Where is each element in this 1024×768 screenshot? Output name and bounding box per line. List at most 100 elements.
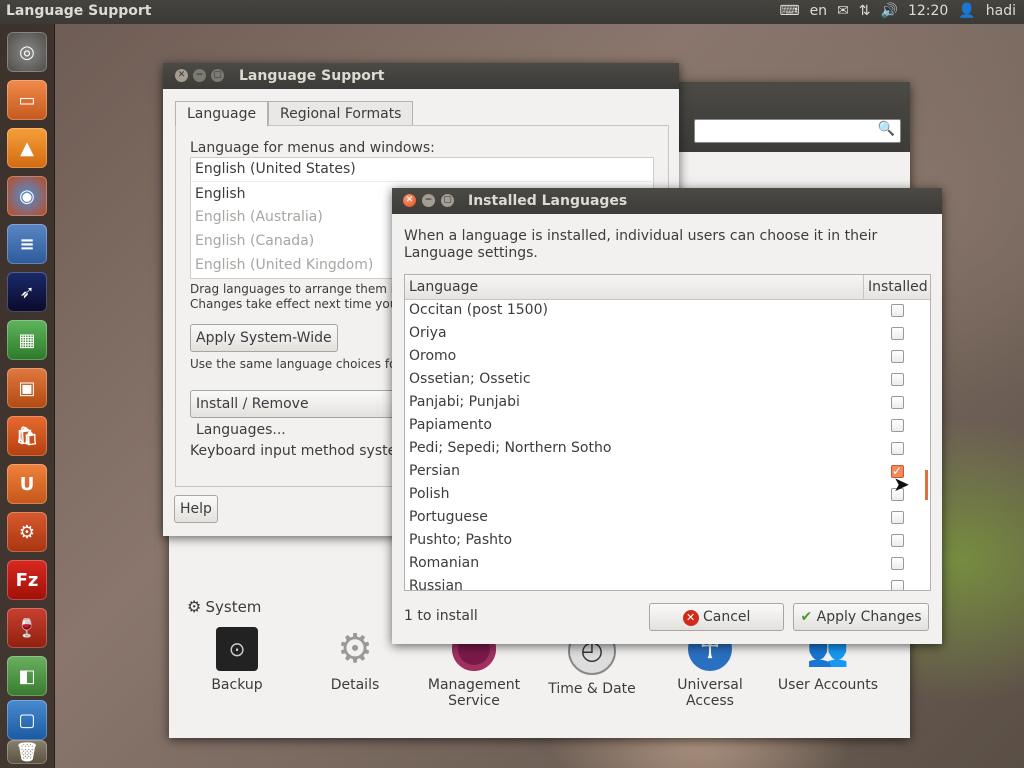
language-name: Papiamento <box>409 417 492 433</box>
diagram-app-icon[interactable]: ◧ <box>7 656 47 696</box>
language-name: Oriya <box>409 325 447 341</box>
language-name: Portuguese <box>409 509 488 525</box>
installed-checkbox[interactable] <box>891 511 904 524</box>
window-title: Language Support <box>239 68 385 84</box>
dash-home-icon[interactable]: ◎ <box>7 32 47 72</box>
search-input[interactable]: 🔍 <box>694 119 901 143</box>
table-row[interactable]: Oriya <box>405 322 930 345</box>
table-row[interactable]: Romanian <box>405 552 930 575</box>
table-row[interactable]: Pedi; Sepedi; Northern Sotho <box>405 437 930 460</box>
table-row[interactable]: Panjabi; Punjabi <box>405 391 930 414</box>
user-icon[interactable]: 👤 <box>958 3 975 19</box>
language-name: Polish <box>409 486 450 502</box>
clock[interactable]: 12:20 <box>908 3 948 19</box>
backup-item[interactable]: ⊙ Backup <box>182 627 292 693</box>
close-icon[interactable]: ✕ <box>403 194 416 207</box>
details-label: Details <box>330 677 380 693</box>
language-name: Romanian <box>409 555 480 571</box>
libreoffice-impress-icon[interactable]: ▣ <box>7 368 47 408</box>
install-status: 1 to install <box>404 608 478 624</box>
scrollbar-thumb[interactable] <box>925 470 928 500</box>
cancel-label: Cancel <box>703 609 751 625</box>
drag-hint: Drag languages to arrange them in o <box>190 282 413 296</box>
table-row[interactable]: Oromo <box>405 345 930 368</box>
apply-note: Use the same language choices for st <box>190 357 417 371</box>
workspace-switcher-icon[interactable]: ▢ <box>7 700 47 740</box>
installed-checkbox[interactable] <box>891 557 904 570</box>
table-row[interactable]: Pushto; Pashto <box>405 529 930 552</box>
language-item[interactable]: English (United States) <box>191 157 655 181</box>
table-row[interactable]: Papiamento <box>405 414 930 437</box>
installed-checkbox[interactable] <box>891 396 904 409</box>
filezilla-icon[interactable]: Fz <box>7 560 47 600</box>
tab-regional-formats[interactable]: Regional Formats <box>268 101 414 127</box>
installed-checkbox[interactable] <box>891 304 904 317</box>
language-name: Persian <box>409 463 460 479</box>
table-row[interactable]: Polish <box>405 483 930 506</box>
cancel-icon: ✕ <box>682 610 699 626</box>
launcher: ◎ ▭ ▲ ◉ ≡ ➶ ▦ ▣ 🛍 U ⚙ Fz 🍷 ◧ ▢ 🗑 <box>0 24 55 768</box>
dialog-description: When a language is installed, individual… <box>404 228 878 261</box>
system-section-header: ⚙ System <box>187 597 261 616</box>
system-settings-icon[interactable]: ⚙ <box>7 512 47 552</box>
help-button[interactable]: Help <box>174 495 218 523</box>
table-row[interactable]: Russian <box>405 575 930 591</box>
apply-system-wide-button[interactable]: Apply System-Wide <box>190 324 338 352</box>
minimize-icon[interactable]: − <box>193 69 206 82</box>
installed-checkbox[interactable] <box>891 419 904 432</box>
installed-checkbox[interactable] <box>891 327 904 340</box>
language-name: Occitan (post 1500) <box>409 302 548 318</box>
apply-changes-button[interactable]: ✔ Apply Changes <box>793 603 929 631</box>
minimize-icon[interactable]: − <box>422 194 435 207</box>
mouse-cursor-icon: ➤ <box>893 472 910 496</box>
vlc-icon[interactable]: ▲ <box>7 128 47 168</box>
installed-checkbox[interactable] <box>891 442 904 455</box>
language-name: Russian <box>409 578 463 591</box>
table-row[interactable]: Portuguese <box>405 506 930 529</box>
checkmark-icon: ✔ <box>800 609 813 625</box>
gear-icon: ⚙ <box>337 626 373 672</box>
column-header-installed[interactable]: Installed <box>863 275 928 299</box>
install-remove-languages-button[interactable]: Install / Remove Languages... <box>190 390 402 438</box>
language-name: Panjabi; Punjabi <box>409 394 520 410</box>
installed-checkbox[interactable] <box>891 350 904 363</box>
network-icon[interactable]: ⇅ <box>859 3 871 19</box>
table-header: Language Installed <box>405 275 930 300</box>
installed-checkbox[interactable] <box>891 580 904 590</box>
maximize-icon[interactable]: ▢ <box>441 194 454 207</box>
universal-access-label: Universal Access <box>677 677 743 709</box>
files-icon[interactable]: ▭ <box>7 80 47 120</box>
management-label: Management Service <box>427 677 521 709</box>
user-name[interactable]: hadi <box>986 3 1016 19</box>
wine-icon[interactable]: 🍷 <box>7 608 47 648</box>
volume-icon[interactable]: 🔊 <box>881 3 898 19</box>
installed-checkbox[interactable] <box>891 534 904 547</box>
software-center-icon[interactable]: 🛍 <box>7 416 47 456</box>
firefox-icon[interactable]: ◉ <box>7 176 47 216</box>
column-header-language[interactable]: Language <box>409 279 478 295</box>
table-row[interactable]: Ossetian; Ossetic <box>405 368 930 391</box>
search-icon: 🔍 <box>877 121 895 137</box>
launcher-rocket-icon[interactable]: ➶ <box>7 272 47 312</box>
libreoffice-writer-icon[interactable]: ≡ <box>7 224 47 264</box>
table-row[interactable]: Occitan (post 1500) <box>405 299 930 322</box>
close-icon[interactable]: ✕ <box>175 69 188 82</box>
tab-language[interactable]: Language <box>175 101 269 127</box>
libreoffice-calc-icon[interactable]: ▦ <box>7 320 47 360</box>
keyboard-layout[interactable]: en <box>810 3 828 19</box>
maximize-icon[interactable]: ▢ <box>211 69 224 82</box>
time-date-label: Time & Date <box>548 681 636 697</box>
trash-icon[interactable]: 🗑 <box>7 740 47 764</box>
system-section-label: System <box>205 598 262 616</box>
dialog-title: Installed Languages <box>468 193 628 209</box>
dialog-titlebar: ✕ − ▢ Installed Languages <box>392 188 942 214</box>
changes-hint: Changes take effect next time you lo <box>190 297 412 311</box>
cancel-button[interactable]: ✕ Cancel <box>649 603 784 631</box>
language-name: Oromo <box>409 348 457 364</box>
table-row[interactable]: Persian <box>405 460 930 483</box>
installed-checkbox[interactable] <box>891 373 904 386</box>
ubuntu-one-icon[interactable]: U <box>7 464 47 504</box>
languages-table: Language Installed Occitan (post 1500) Or… <box>404 274 931 591</box>
mail-icon[interactable]: ✉ <box>837 3 849 19</box>
keyboard-icon[interactable]: ⌨ <box>779 3 799 19</box>
